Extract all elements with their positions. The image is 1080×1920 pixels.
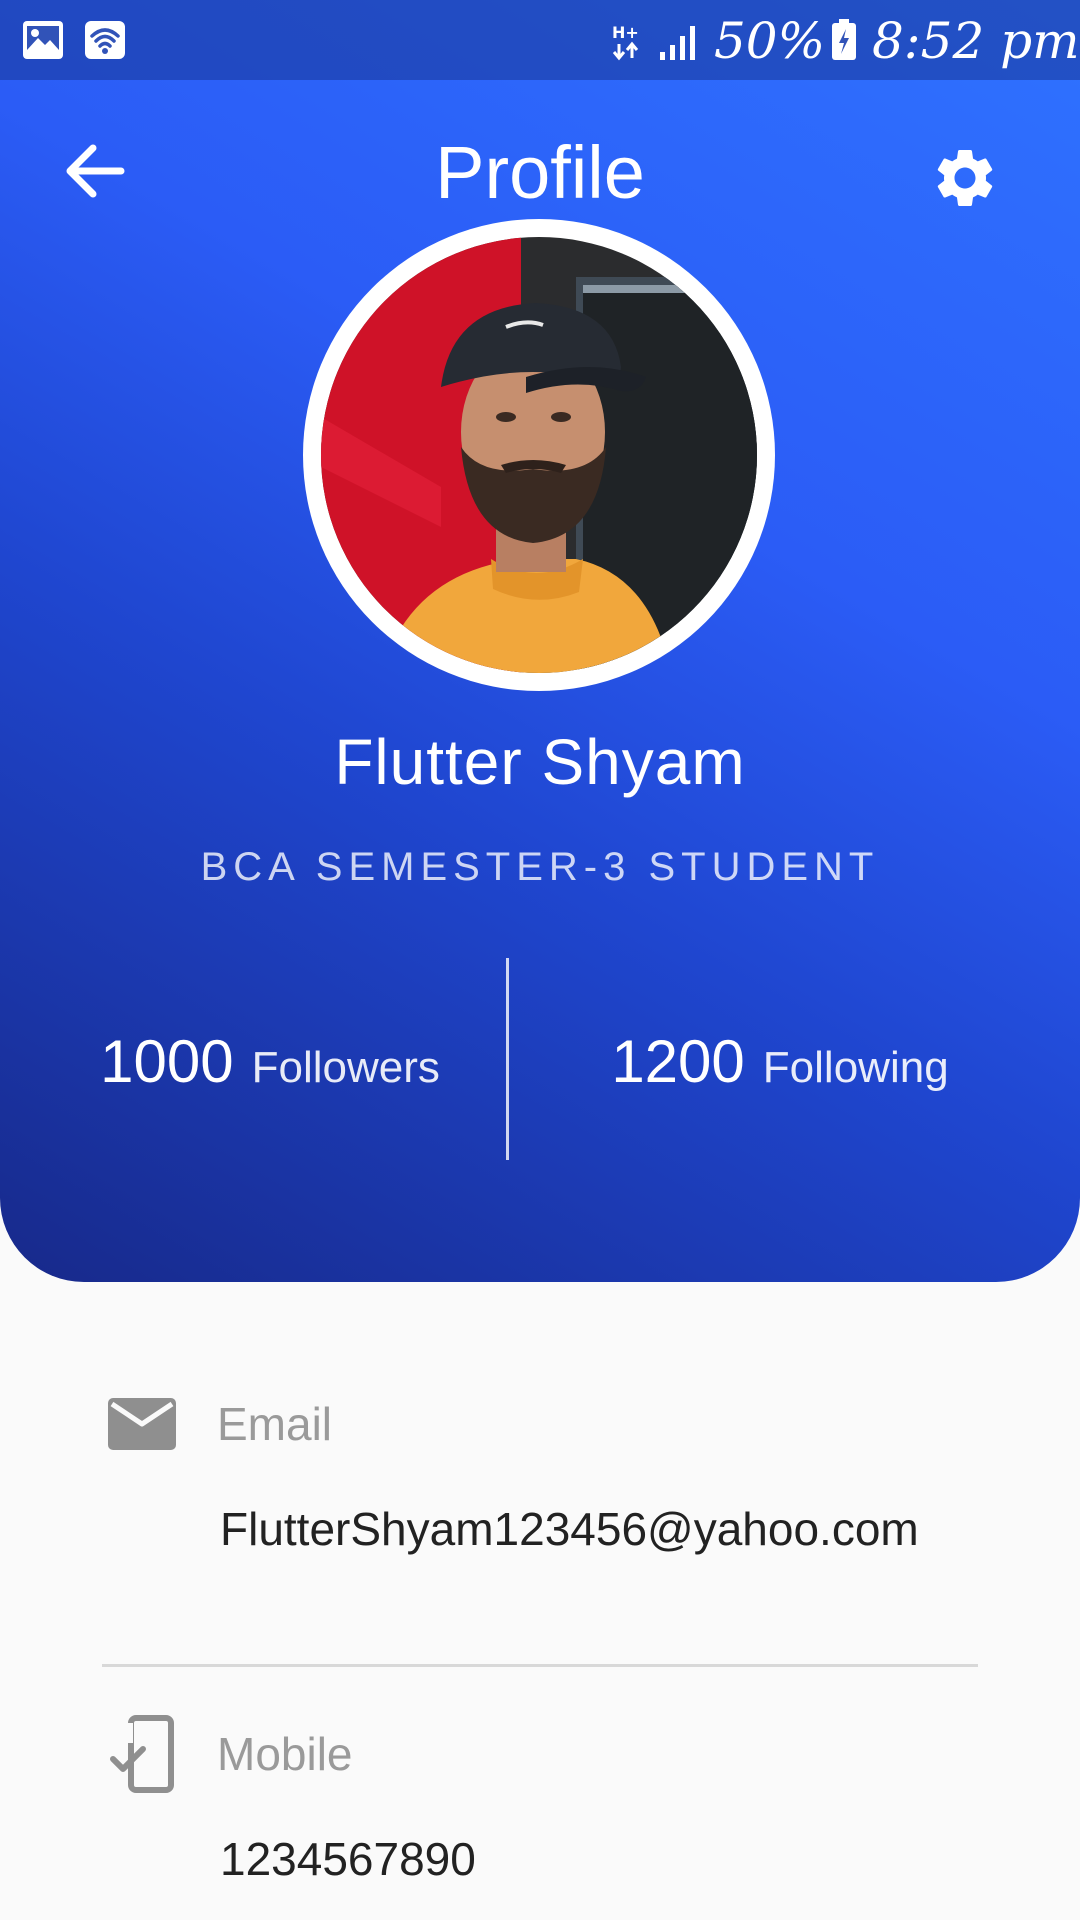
email-label: Email [217,1398,333,1450]
hplus-data-icon: H+ [610,22,642,67]
settings-button[interactable] [920,135,1010,225]
status-bar: H+ 50% 8:52 pm [0,0,1080,80]
gear-icon [930,143,1000,218]
mobile-value[interactable]: 1234567890 [220,1828,920,1890]
following-count: 1200 [611,1028,745,1095]
user-role: BCA SEMESTER-3 STUDENT [200,845,880,889]
followers-label: Followers [251,1043,440,1092]
avatar[interactable] [303,219,775,691]
page-title: Profile [435,131,645,214]
clock: 8:52 pm [872,12,1080,70]
battery-charging-icon [830,18,858,67]
battery-percent: 50% [714,12,826,70]
mobile-label: Mobile [217,1728,353,1780]
svg-text:H+: H+ [612,23,639,42]
profile-photo [321,237,757,673]
signal-icon [658,22,702,67]
wifi-icon [84,20,126,65]
section-divider [102,1664,978,1667]
mail-icon [104,1386,180,1462]
followers-count: 1000 [100,1028,234,1095]
gallery-icon [22,20,64,65]
profile-header-card: H+ 50% 8:52 pm Profile Flutter Shyam BCA… [0,0,1080,1282]
followers-stat[interactable]: 1000 Followers [70,1022,470,1102]
following-label: Following [762,1043,949,1092]
phone-check-icon [104,1715,180,1793]
following-stat[interactable]: 1200 Following [580,1022,980,1102]
stats-divider [506,958,509,1160]
email-value[interactable]: FlutterShyam123456@yahoo.com [220,1498,920,1560]
user-name: Flutter Shyam [334,726,746,798]
